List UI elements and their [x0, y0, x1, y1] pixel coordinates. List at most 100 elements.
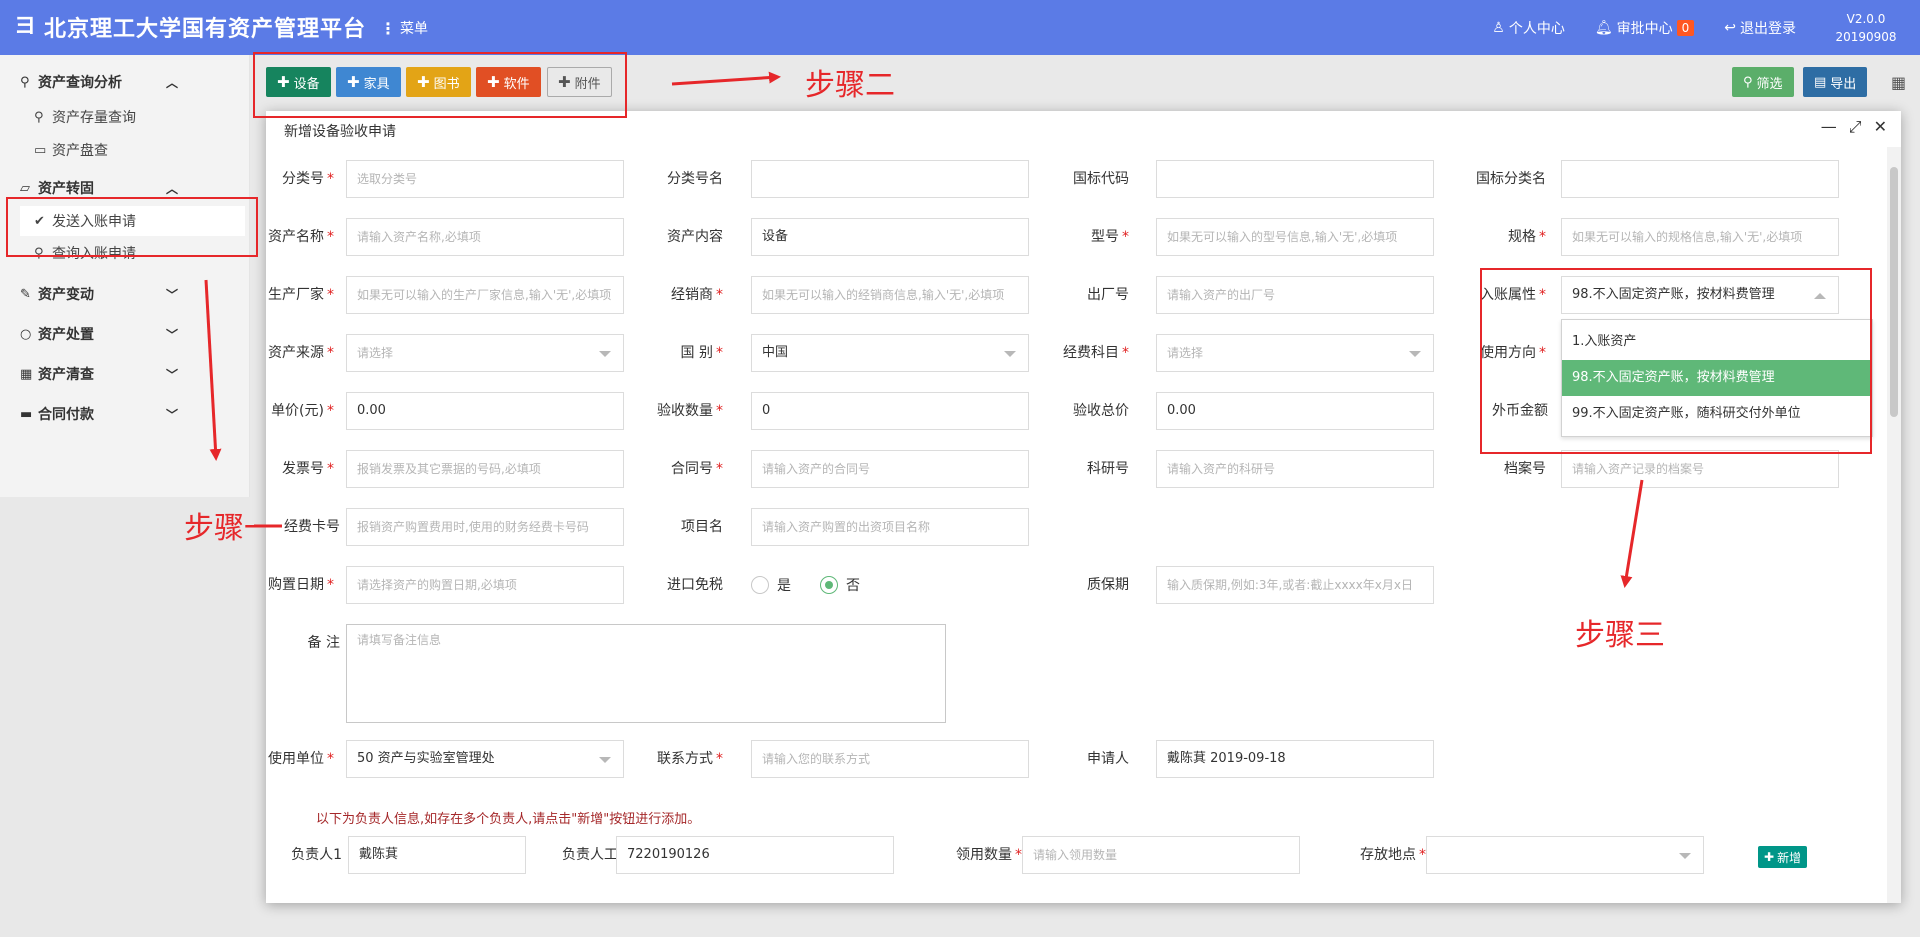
export-button[interactable]: ▤ 导出 [1803, 67, 1868, 97]
owner-info-notice: 以下为负责人信息,如存在多个负责人,请点击"新增"按钮进行添加。 [316, 812, 701, 827]
annotation-box-step3 [1480, 268, 1872, 454]
approval-center-link[interactable]: 🔔︎ 审批中心 0 [1595, 18, 1695, 38]
radio-label: 是 [777, 578, 791, 594]
approval-count-badge: 0 [1676, 19, 1695, 36]
logo-icon: ヨ [14, 14, 37, 39]
label-unit-price: 单价(元) * [271, 403, 334, 419]
fund-subject-select[interactable]: 请选择 [1156, 334, 1434, 372]
purchase-date-input[interactable]: 请选择资产的购置日期,必填项 [346, 566, 624, 604]
serial-no-input[interactable]: 请输入资产的出厂号 [1156, 276, 1434, 314]
std-class-name-input[interactable] [1561, 160, 1839, 198]
fund-card-input[interactable]: 报销资产购置费用时,使用的财务经费卡号码 [346, 508, 624, 546]
user-icon: ♙ [1492, 19, 1505, 36]
filter-button[interactable]: ⚲ 筛选 [1732, 67, 1794, 97]
country-select[interactable]: 中国 [751, 334, 1029, 372]
using-unit-select[interactable]: 50 资产与实验室管理处 [346, 740, 624, 778]
close-icon[interactable]: ✕ [1874, 117, 1887, 137]
archive-no-input[interactable]: 请输入资产记录的档案号 [1561, 450, 1839, 488]
label-accept-qty: 验收数量 * [657, 403, 723, 419]
accept-qty-input[interactable]: 0 [751, 392, 1029, 430]
remark-textarea[interactable]: 请填写备注信息 [346, 624, 946, 723]
caret-down-icon [599, 757, 611, 763]
label-spec: 规格 * [1508, 229, 1546, 245]
contract-no-input[interactable]: 请输入资产的合同号 [751, 450, 1029, 488]
research-no-input[interactable]: 请输入资产的科研号 [1156, 450, 1434, 488]
dialog-title: 新增设备验收申请 [284, 124, 396, 140]
std-code-input[interactable] [1156, 160, 1434, 198]
caret-down-icon [599, 351, 611, 357]
sidebar-group-clear[interactable]: ▦ 资产清查 ﹀ [0, 356, 250, 392]
label-receive-qty: 领用数量 * [956, 847, 1022, 863]
select-value: 50 资产与实验室管理处 [357, 751, 495, 766]
sidebar: ⚲ 资产查询分析 ︿ ⚲ 资产存量查询 ▭ 资产盘查 ▱ 资产转固 ︿ ✔ 发送… [0, 55, 250, 937]
annotation-step1: 步骤一 [184, 511, 274, 546]
owner-id-input[interactable]: 7220190126 [616, 836, 894, 874]
label-owner1: 负责人1 [291, 847, 342, 863]
menu-toggle-button[interactable]: ⋮ 菜单 [380, 18, 428, 38]
columns-toggle-button[interactable]: ▦ [1880, 67, 1917, 97]
manufacturer-input[interactable]: 如果无可以输入的生产厂家信息,输入'无',必填项 [346, 276, 624, 314]
personal-center-label: 个人中心 [1508, 20, 1565, 37]
project-name-input[interactable]: 请输入资产购置的出资项目名称 [751, 508, 1029, 546]
class-no-input[interactable]: 选取分类号 [346, 160, 624, 198]
label-asset-content: 资产内容 [667, 229, 723, 245]
button-label: 筛选 [1756, 76, 1783, 92]
search-icon: ⚲ [34, 109, 44, 125]
logout-label: 退出登录 [1740, 20, 1796, 37]
button-label: 新增 [1777, 850, 1802, 865]
personal-center-link[interactable]: ♙ 个人中心 [1492, 18, 1565, 38]
label-source: 资产来源 * [268, 345, 334, 361]
receive-qty-input[interactable]: 请输入领用数量 [1022, 836, 1300, 874]
caret-down-icon [1679, 853, 1691, 859]
asset-name-input[interactable]: 请输入资产名称,必填项 [346, 218, 624, 256]
spec-input[interactable]: 如果无可以输入的规格信息,输入'无',必填项 [1561, 218, 1839, 256]
model-input[interactable]: 如果无可以输入的型号信息,输入'无',必填项 [1156, 218, 1434, 256]
search-icon: ⚲ [20, 74, 30, 90]
sidebar-item-label: 资产盘查 [52, 143, 108, 159]
import-tax-no-radio[interactable]: 否 [820, 566, 860, 604]
dialog-scrollbar[interactable] [1887, 147, 1901, 903]
warranty-input[interactable]: 输入质保期,例如:3年,或者:截止xxxx年x月x日 [1156, 566, 1434, 604]
accept-total-input[interactable]: 0.00 [1156, 392, 1434, 430]
chevron-down-icon: ﹀ [165, 287, 178, 302]
label-dealer: 经销商 * [671, 287, 723, 303]
sidebar-group-dispose[interactable]: ○ 资产处置 ﹀ [0, 316, 250, 352]
button-label: 导出 [1830, 76, 1857, 92]
import-tax-yes-radio[interactable]: 是 [751, 566, 791, 604]
label-class-name: 分类号名 [667, 171, 723, 187]
applicant-input[interactable]: 戴陈萁 2019-09-18 [1156, 740, 1434, 778]
annotation-box-step2 [253, 52, 627, 118]
sidebar-item-inventory[interactable]: ▭ 资产盘查 [20, 135, 245, 165]
sidebar-group-label: 资产变动 [38, 287, 94, 303]
label-research-no: 科研号 [1087, 461, 1129, 477]
chevron-down-icon: ﹀ [165, 327, 178, 342]
logout-link[interactable]: ↩ 退出登录 [1724, 18, 1796, 38]
chevron-up-icon: ︿ [165, 75, 178, 90]
dealer-input[interactable]: 如果无可以输入的经销商信息,输入'无',必填项 [751, 276, 1029, 314]
sidebar-item-stock-query[interactable]: ⚲ 资产存量查询 [20, 102, 245, 132]
version-number: V2.0.0 [1846, 11, 1886, 26]
location-select[interactable] [1426, 836, 1704, 874]
label-fund-card: 经费卡号 [284, 519, 340, 535]
add-owner-button[interactable]: ✚ 新增 [1758, 846, 1808, 868]
label-warranty: 质保期 [1087, 577, 1129, 593]
app-title: 北京理工大学国有资产管理平台 [44, 17, 367, 42]
unit-price-input[interactable]: 0.00 [346, 392, 624, 430]
asset-content-input[interactable]: 设备 [751, 218, 1029, 256]
sidebar-group-contract[interactable]: ▬ 合同付款 ﹀ [0, 396, 250, 432]
owner1-input[interactable]: 戴陈萁 [348, 836, 526, 874]
chevron-up-icon: ︿ [165, 181, 178, 196]
sidebar-group-change[interactable]: ✎ 资产变动 ﹀ [0, 276, 250, 312]
approval-center-label: 审批中心 [1616, 20, 1673, 37]
label-accept-total: 验收总价 [1073, 403, 1129, 419]
contact-input[interactable]: 请输入您的联系方式 [751, 740, 1029, 778]
grid-icon: ▦ [1891, 72, 1907, 92]
label-serial-no: 出厂号 [1087, 287, 1129, 303]
maximize-icon[interactable]: ⤢ [1849, 117, 1862, 137]
source-select[interactable]: 请选择 [346, 334, 624, 372]
minimize-icon[interactable]: — [1821, 117, 1837, 137]
scrollbar-thumb[interactable] [1890, 167, 1898, 417]
class-name-input[interactable] [751, 160, 1029, 198]
sidebar-group-query[interactable]: ⚲ 资产查询分析 ︿ [0, 64, 250, 100]
invoice-no-input[interactable]: 报销发票及其它票据的号码,必填项 [346, 450, 624, 488]
